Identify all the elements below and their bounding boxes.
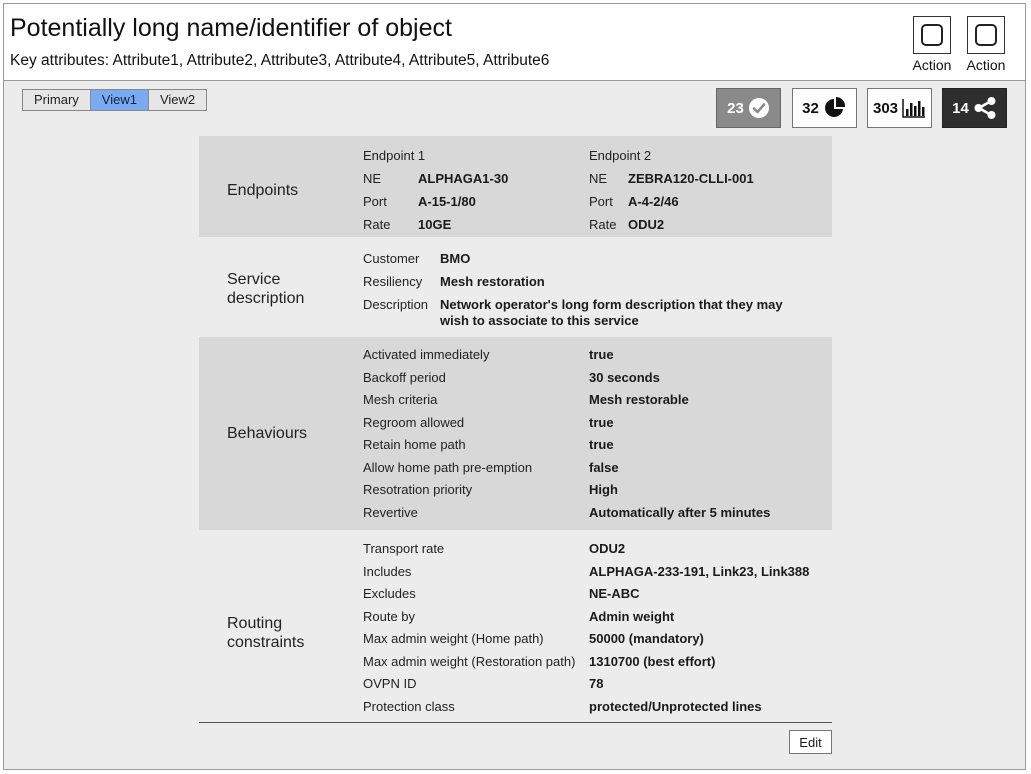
action-button-2[interactable]: Action — [963, 16, 1009, 73]
app-window: Potentially long name/identifier of obje… — [3, 3, 1026, 770]
section-title-line: constraints — [227, 634, 305, 651]
row-label: Revertive — [363, 505, 418, 520]
row-label: Route by — [363, 609, 416, 624]
row-value: ALPHAGA-233-191, Link23, Link388 — [589, 564, 810, 579]
row-value-line: Network operator's long form description… — [440, 297, 783, 312]
row-value: Automatically after 5 minutes — [589, 505, 771, 520]
row-value: NE-ABC — [589, 586, 640, 601]
row-label: Includes — [363, 564, 412, 579]
stat-distribution[interactable]: 32 — [792, 88, 857, 128]
row-label: Allow home path pre-emption — [363, 460, 533, 475]
row-value: 30 seconds — [589, 370, 660, 385]
section-title: Routing constraints — [227, 614, 304, 652]
endpoint2-ne-label: NE — [589, 171, 608, 186]
stat-connections[interactable]: 14 — [942, 88, 1007, 128]
row-label: Activated immediately — [363, 347, 490, 362]
behaviours-section: Behaviours Activated immediately true Ba… — [199, 337, 832, 530]
endpoint2-port-label: Port — [589, 194, 613, 209]
row-value: BMO — [440, 251, 471, 266]
section-title-line: Routing — [227, 615, 283, 632]
divider — [199, 722, 832, 723]
row-label: Mesh criteria — [363, 392, 438, 407]
row-value: true — [589, 415, 614, 430]
view-switcher: Primary View1 View2 — [22, 89, 208, 111]
page-title: Potentially long name/identifier of obje… — [10, 14, 452, 42]
endpoint2-ne-value: ZEBRA120-CLLI-001 — [628, 171, 754, 186]
row-value: Mesh restoration — [440, 274, 545, 289]
stat-count: 14 — [952, 99, 969, 117]
action-icon — [967, 16, 1005, 54]
endpoint1-port-label: Port — [363, 194, 387, 209]
row-value: 50000 (mandatory) — [589, 631, 704, 646]
bar-chart-icon — [902, 99, 926, 118]
stat-count: 32 — [802, 99, 819, 117]
endpoint1-rate-label: Rate — [363, 217, 391, 232]
tab-view2[interactable]: View2 — [148, 90, 207, 110]
endpoint1-heading: Endpoint 1 — [363, 148, 426, 163]
action-label: Action — [912, 57, 952, 73]
share-icon — [974, 97, 996, 119]
tab-primary[interactable]: Primary — [23, 90, 91, 110]
row-value: 78 — [589, 676, 604, 691]
endpoint2-rate-label: Rate — [589, 217, 617, 232]
row-label: Retain home path — [363, 437, 466, 452]
endpoint2-port-value: A-4-2/46 — [628, 194, 679, 209]
stat-metrics[interactable]: 303 — [867, 88, 932, 128]
row-value-line: wish to associate to this service — [440, 313, 639, 328]
action-icon — [913, 16, 951, 54]
row-value: protected/Unprotected lines — [589, 699, 762, 714]
row-value: 1310700 (best effort) — [589, 654, 716, 669]
pie-chart-icon — [824, 96, 845, 117]
row-label: Regroom allowed — [363, 415, 465, 430]
endpoint2-rate-value: ODU2 — [628, 217, 665, 232]
row-value: true — [589, 437, 614, 452]
stat-count: 23 — [727, 99, 744, 117]
row-value: Admin weight — [589, 609, 675, 624]
row-value: ODU2 — [589, 541, 626, 556]
object-header: Potentially long name/identifier of obje… — [4, 4, 1025, 81]
section-title: Endpoints — [227, 182, 299, 199]
row-label: Transport rate — [363, 541, 445, 556]
tab-view1[interactable]: View1 — [90, 90, 149, 110]
section-title-line: description — [227, 290, 305, 307]
row-label: Max admin weight (Restoration path) — [363, 654, 576, 669]
row-label: Backoff period — [363, 370, 446, 385]
row-label: Resiliency — [363, 274, 423, 289]
key-attributes: Key attributes: Attribute1, Attribute2, … — [10, 52, 550, 69]
section-title-line: Service — [227, 271, 281, 288]
row-value: High — [589, 482, 618, 497]
service-description-section: Service description Customer BMO Resilie… — [199, 240, 832, 334]
action-button-1[interactable]: Action — [909, 16, 955, 73]
endpoint1-ne-value: ALPHAGA1-30 — [418, 171, 509, 186]
row-value: false — [589, 460, 619, 475]
row-value: true — [589, 347, 614, 362]
row-label: Customer — [363, 251, 420, 266]
stat-count: 303 — [872, 99, 899, 117]
endpoint1-port-value: A-15-1/80 — [418, 194, 476, 209]
routing-constraints-section: Routing constraints Transport rate ODU2 … — [199, 533, 832, 721]
endpoint1-ne-label: NE — [363, 171, 382, 186]
row-label: Protection class — [363, 699, 455, 714]
row-label: Description — [363, 297, 429, 312]
row-label: Excludes — [363, 586, 416, 601]
edit-button[interactable]: Edit — [789, 730, 832, 754]
endpoint1-rate-value: 10GE — [418, 217, 452, 232]
action-label: Action — [966, 57, 1006, 73]
section-title: Service description — [227, 270, 304, 308]
row-label: Max admin weight (Home path) — [363, 631, 544, 646]
row-value: Mesh restorable — [589, 392, 689, 407]
stat-completed[interactable]: 23 — [716, 88, 781, 128]
endpoint2-heading: Endpoint 2 — [589, 148, 652, 163]
row-label: Resotration priority — [363, 482, 473, 497]
row-label: OVPN ID — [363, 676, 417, 691]
section-title: Behaviours — [227, 425, 308, 442]
endpoints-section: Endpoints Endpoint 1 NE ALPHAGA1-30 Port… — [199, 136, 832, 237]
check-circle-icon — [748, 98, 769, 118]
